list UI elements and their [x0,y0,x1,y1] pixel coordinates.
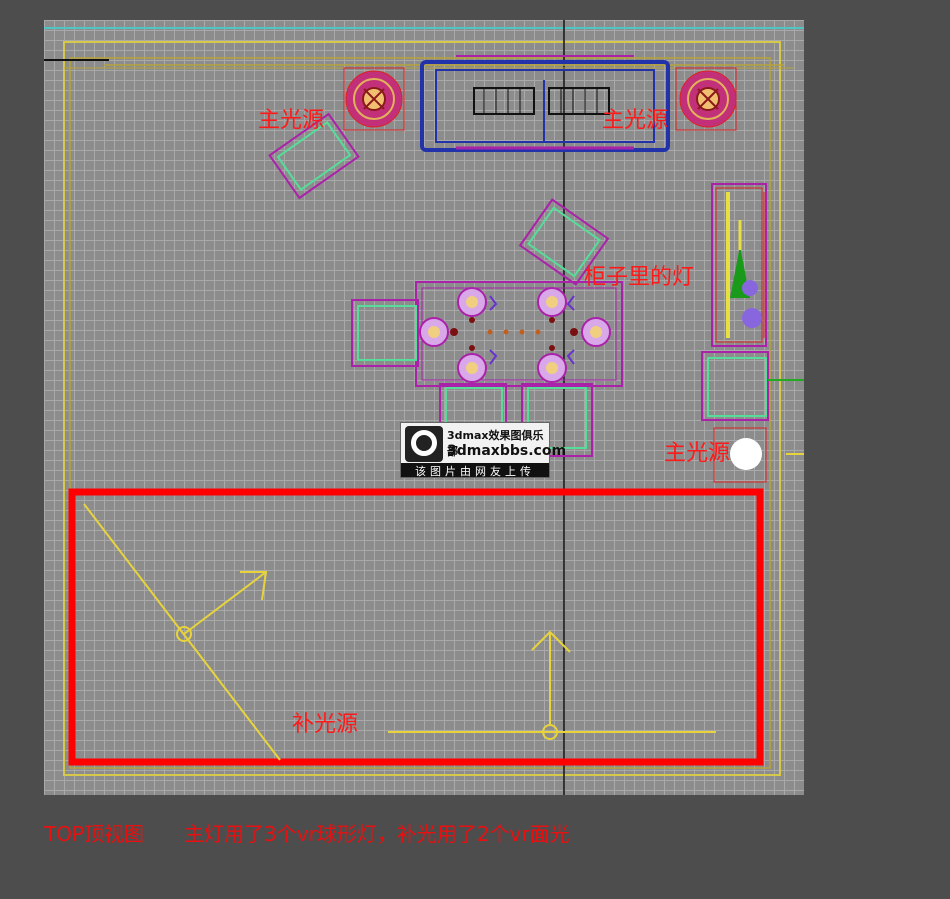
room-outline-inner [69,57,771,769]
site-logo-icon [405,426,443,462]
label-main-light-bottom-right: 主光源 [664,441,731,466]
label-main-light-left: 主光源 [258,108,325,133]
label-fill-light: 补光源 [292,712,359,737]
watermark-line3: 该图片由网友上传 [401,463,549,478]
watermark-line2: 3dmaxbbs.com [447,443,567,459]
side-chair-right [701,351,804,421]
floor-plan-drawing [44,20,804,795]
site-watermark: 3dmax效果图俱乐部 3dmaxbbs.com 该图片由网友上传 [400,422,566,478]
sofa [420,55,670,152]
area-light-rectangle [68,488,764,766]
caption-view-name: TOP顶视图 [44,822,145,846]
caption: TOP顶视图 主灯用了3个vr球形灯，补光用了2个vr面光 [44,818,610,847]
area-light-right-gizmo [388,630,716,740]
sphere-light-left [343,67,405,131]
area-light-left-gizmo [83,503,281,761]
label-cabinet-light: 柜子里的灯 [584,265,695,290]
sphere-light-right [675,67,737,131]
cabinet [711,183,767,347]
room-outline [63,41,781,776]
label-main-light-right: 主光源 [602,108,669,133]
caption-description: 主灯用了3个vr球形灯，补光用了2个vr面光 [184,822,570,846]
top-viewport[interactable]: 主光源 主光源 柜子里的灯 主光源 补光源 [44,20,804,795]
